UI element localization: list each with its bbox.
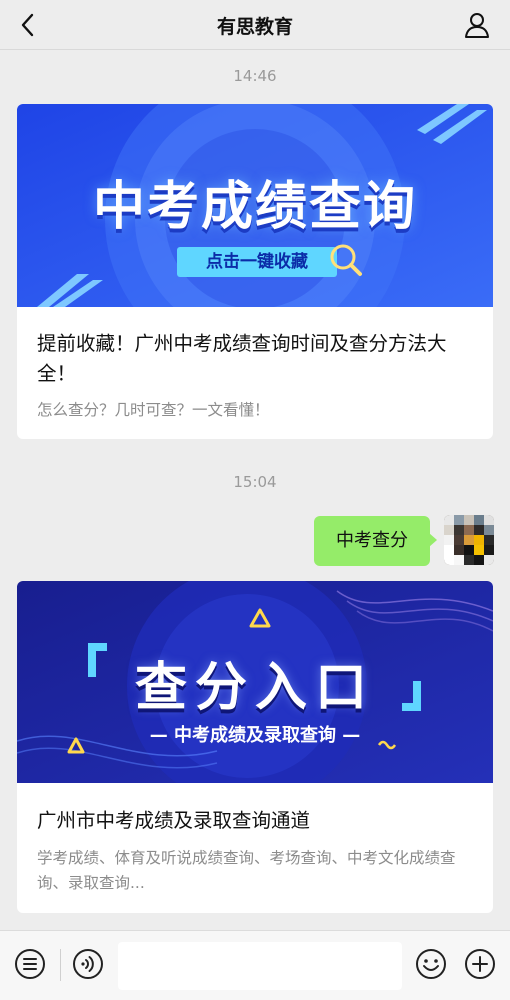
article-title: 提前收藏！广州中考成绩查询时间及查分方法大全！ xyxy=(37,332,447,385)
banner-button: 点击一键收藏 xyxy=(206,252,308,272)
article-banner: 中考成绩查询 点击一键收藏 xyxy=(17,104,493,307)
article-description: 学考成绩、体育及听说成绩查询、考场查询、中考文化成绩查询、录取查询... xyxy=(37,849,456,892)
message-timestamp: 14:46 xyxy=(233,67,277,85)
article-banner: 查分入口 — 中考成绩及录取查询 — xyxy=(17,581,493,783)
emoji-icon[interactable] xyxy=(414,947,448,981)
divider xyxy=(60,949,61,981)
banner-title: 中考成绩查询 xyxy=(92,177,417,237)
message-input[interactable] xyxy=(118,942,402,990)
bubble-tail xyxy=(429,533,437,547)
outgoing-message[interactable]: 中考查分 xyxy=(314,516,430,566)
article-description: 怎么查分？几时可查？一文看懂！ xyxy=(37,401,270,419)
chat-header: 有思教育 xyxy=(0,0,510,50)
input-bar xyxy=(0,930,510,1000)
banner-title: 查分入口 xyxy=(134,658,375,718)
article-card[interactable]: 中考成绩查询 点击一键收藏 提前收藏！广州中考成绩查询时间及查分方法大全！ 怎么… xyxy=(17,104,493,439)
list-icon[interactable] xyxy=(13,947,47,981)
chat-title: 有思教育 xyxy=(216,16,293,38)
avatar[interactable] xyxy=(444,515,494,565)
plus-icon[interactable] xyxy=(463,947,497,981)
banner-subtitle: — 中考成绩及录取查询 — xyxy=(149,725,361,746)
person-icon[interactable] xyxy=(462,10,492,40)
message-timestamp: 15:04 xyxy=(233,473,277,491)
voice-icon[interactable] xyxy=(71,947,105,981)
article-card[interactable]: 查分入口 — 中考成绩及录取查询 — 广州市中考成绩及录取查询通道 学考成绩、体… xyxy=(17,581,493,913)
article-title: 广州市中考成绩及录取查询通道 xyxy=(37,809,311,832)
